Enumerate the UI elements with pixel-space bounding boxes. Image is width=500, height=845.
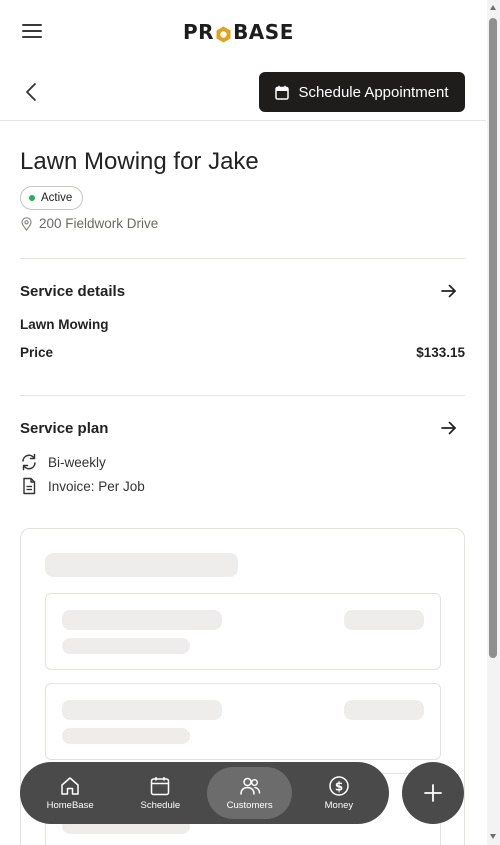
- back-icon[interactable]: [22, 81, 42, 103]
- nav-item-schedule[interactable]: Schedule: [115, 767, 205, 819]
- service-details-title: Service details: [20, 283, 126, 300]
- scrollbar[interactable]: [487, 0, 500, 845]
- menu-icon[interactable]: [22, 24, 42, 40]
- logo-text-end: BASE: [233, 20, 294, 44]
- skeleton-bar: [344, 610, 424, 630]
- schedule-appointment-button[interactable]: Schedule Appointment: [259, 72, 465, 112]
- status-badge: Active: [20, 186, 84, 210]
- scroll-up-arrow-icon[interactable]: [490, 5, 496, 10]
- plus-icon: [424, 784, 442, 802]
- plan-invoice: Invoice: Per Job: [20, 477, 145, 495]
- address-text: 200 Fieldwork Drive: [39, 216, 159, 231]
- home-icon: [61, 777, 79, 795]
- top-bar: PR BASE: [0, 0, 486, 64]
- skeleton-bar: [344, 700, 424, 720]
- nav-label: Schedule: [140, 800, 181, 811]
- location-pin-icon: [21, 216, 32, 231]
- nav-label: Customers: [226, 800, 273, 811]
- service-details-arrow-icon[interactable]: [440, 283, 458, 299]
- repeat-icon: [22, 453, 36, 471]
- nav-label: Money: [324, 800, 354, 811]
- scroll-down-arrow-icon[interactable]: [490, 834, 496, 839]
- calendar-icon: [275, 85, 290, 100]
- logo-text-start: PR: [183, 20, 215, 44]
- calendar-icon: [151, 777, 170, 796]
- divider: [20, 258, 465, 259]
- divider: [20, 395, 465, 396]
- sub-header: Schedule Appointment: [0, 64, 486, 121]
- plan-frequency: Bi-weekly: [20, 453, 106, 471]
- service-plan-title: Service plan: [20, 420, 109, 437]
- service-name: Lawn Mowing: [20, 317, 109, 332]
- skeleton-item: [45, 593, 441, 670]
- plan-invoice-text: Invoice: Per Job: [48, 478, 145, 494]
- add-button[interactable]: [402, 762, 464, 824]
- schedule-appointment-label: Schedule Appointment: [298, 83, 449, 101]
- skeleton-bar: [62, 700, 222, 720]
- logo-hex-icon: [215, 24, 232, 42]
- document-icon: [23, 477, 36, 495]
- skeleton-bar: [62, 638, 190, 654]
- skeleton-bar: [62, 610, 222, 630]
- nav-label: HomeBase: [46, 800, 94, 811]
- nav-item-money[interactable]: $ Money: [294, 767, 384, 819]
- nav-item-homebase[interactable]: HomeBase: [25, 767, 115, 819]
- probase-logo[interactable]: PR BASE: [183, 20, 294, 44]
- skeleton-item: [45, 683, 441, 760]
- nav-item-customers[interactable]: Customers: [207, 767, 292, 819]
- price-label: Price: [20, 345, 54, 360]
- job-title: Lawn Mowing for Jake: [20, 148, 259, 175]
- skeleton-bar: [45, 553, 238, 577]
- service-plan-arrow-icon[interactable]: [440, 420, 458, 436]
- status-dot: [29, 195, 35, 201]
- price-value: $133.15: [416, 345, 465, 360]
- status-label: Active: [41, 192, 73, 204]
- svg-text:$: $: [335, 780, 343, 794]
- bottom-navigation: HomeBase Schedule Customers $ Money: [20, 762, 389, 824]
- plan-frequency-text: Bi-weekly: [48, 454, 106, 470]
- skeleton-bar: [62, 728, 190, 744]
- users-icon: [239, 777, 260, 795]
- scroll-thumb[interactable]: [489, 18, 497, 658]
- job-address: 200 Fieldwork Drive: [20, 216, 158, 231]
- dollar-icon: $: [329, 776, 349, 796]
